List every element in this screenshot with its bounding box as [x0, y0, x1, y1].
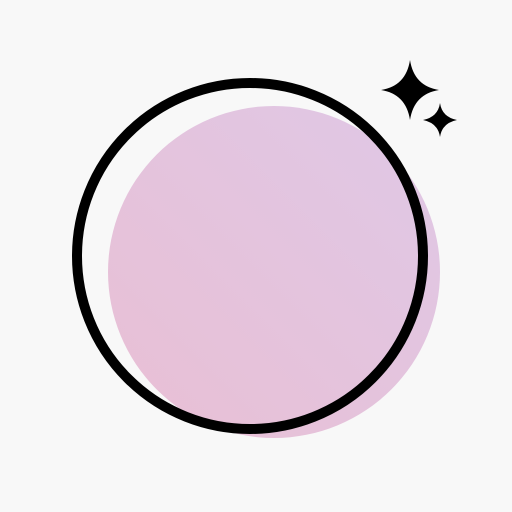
icon-artwork: [0, 0, 512, 512]
app-icon: [0, 0, 512, 512]
